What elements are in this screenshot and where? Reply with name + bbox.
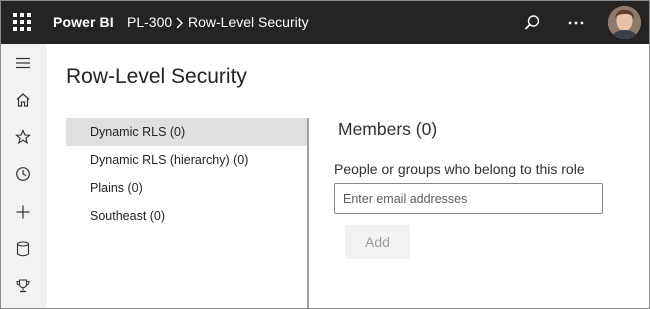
role-item-plains[interactable]: Plains (0) bbox=[66, 174, 307, 202]
role-item-dynamic-rls-hierarchy[interactable]: Dynamic RLS (hierarchy) (0) bbox=[66, 146, 307, 174]
app-launcher-icon[interactable] bbox=[13, 13, 31, 31]
breadcrumb-current: Row-Level Security bbox=[188, 14, 309, 30]
top-header-bar: Power BI PL-300 Row-Level Security bbox=[1, 1, 649, 44]
favorites-star-icon[interactable] bbox=[12, 126, 34, 148]
search-icon[interactable] bbox=[521, 12, 543, 34]
email-address-input[interactable] bbox=[334, 183, 603, 214]
user-avatar[interactable] bbox=[608, 6, 641, 39]
hamburger-menu-icon[interactable] bbox=[12, 52, 34, 74]
role-item-southeast[interactable]: Southeast (0) bbox=[66, 202, 307, 230]
datasets-cylinder-icon[interactable] bbox=[12, 238, 34, 260]
role-item-dynamic-rls[interactable]: Dynamic RLS (0) bbox=[66, 118, 307, 146]
members-field-label: People or groups who belong to this role bbox=[334, 161, 585, 177]
left-nav-rail bbox=[1, 44, 47, 308]
roles-list: Dynamic RLS (0) Dynamic RLS (hierarchy) … bbox=[66, 118, 307, 230]
app-name[interactable]: Power BI bbox=[53, 14, 114, 30]
page-title: Row-Level Security bbox=[66, 65, 247, 88]
members-heading: Members (0) bbox=[338, 119, 438, 139]
chevron-right-icon bbox=[176, 17, 183, 29]
goals-trophy-icon[interactable] bbox=[12, 275, 34, 297]
add-member-button[interactable]: Add bbox=[345, 225, 410, 259]
main-content: Row-Level Security Dynamic RLS (0) Dynam… bbox=[47, 44, 649, 308]
panel-divider bbox=[307, 118, 309, 308]
create-plus-icon[interactable] bbox=[12, 201, 34, 223]
more-options-icon[interactable] bbox=[565, 12, 587, 34]
breadcrumb-workspace[interactable]: PL-300 bbox=[127, 14, 172, 30]
recent-clock-icon[interactable] bbox=[12, 163, 34, 185]
home-icon[interactable] bbox=[12, 89, 34, 111]
